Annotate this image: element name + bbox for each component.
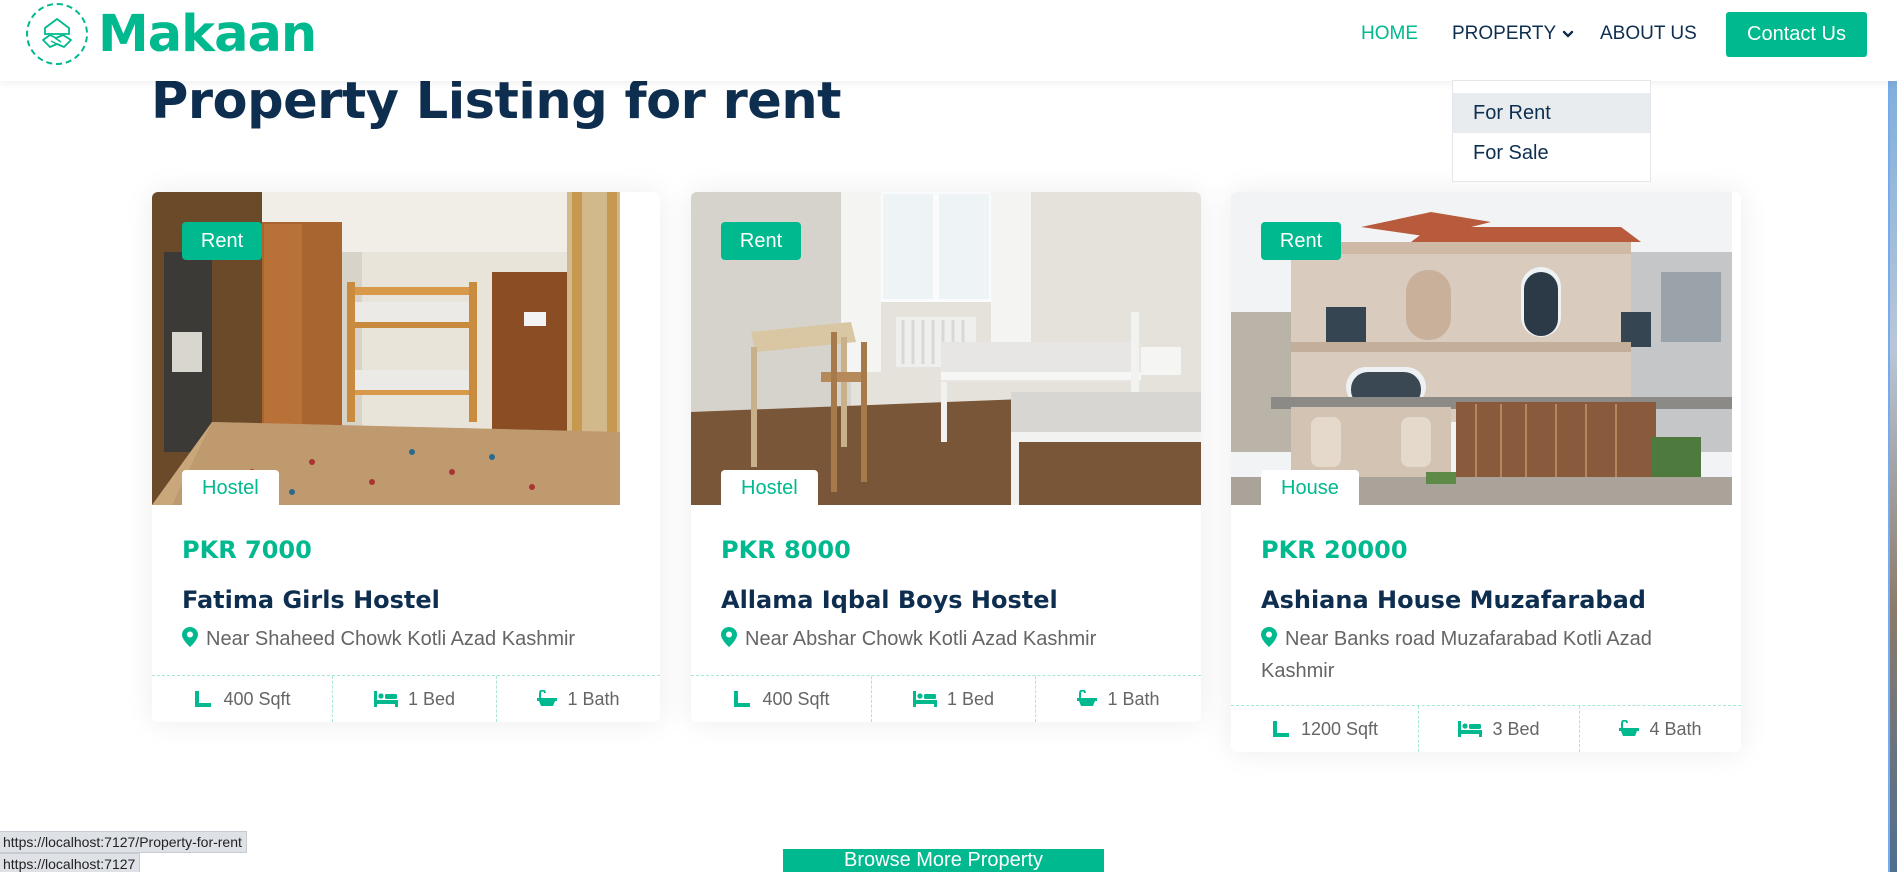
map-marker-icon (182, 626, 198, 656)
map-marker-icon (1261, 626, 1277, 656)
property-title[interactable]: Ashiana House Muzafarabad (1261, 586, 1646, 614)
feature-area-label: 400 Sqft (762, 688, 830, 709)
property-address-text: Near Abshar Chowk Kotli Azad Kashmir (745, 628, 1097, 650)
brand-name: Makaan (98, 4, 317, 64)
bath-icon (1077, 690, 1098, 706)
property-features: 400 Sqft 1 Bed 1 Bath (691, 675, 1201, 722)
nav-property-label: PROPERTY (1452, 23, 1557, 44)
ruler-combined-icon (734, 691, 751, 707)
dropdown-item-for-sale[interactable]: For Sale (1453, 133, 1650, 173)
property-address-text: Near Banks road Muzafarabad Kotli Azad K… (1261, 628, 1652, 682)
property-price: PKR 8000 (721, 536, 851, 564)
ruler-combined-icon (1272, 721, 1289, 737)
map-marker-icon (721, 626, 737, 656)
feature-beds-label: 3 Bed (1492, 718, 1540, 739)
feature-area: 400 Sqft (152, 676, 333, 722)
feature-area: 1200 Sqft (1231, 706, 1419, 752)
property-title[interactable]: Allama Iqbal Boys Hostel (721, 586, 1058, 614)
feature-beds-label: 1 Bed (946, 688, 995, 709)
bed-icon (912, 691, 937, 707)
feature-baths-label: 4 Bath (1649, 718, 1702, 739)
feature-baths: 1 Bath (497, 676, 660, 722)
property-card[interactable]: Rent Hostel PKR 8000 Allama Iqbal Boys H… (691, 192, 1201, 722)
bed-icon (373, 691, 398, 707)
feature-beds: 1 Bed (872, 676, 1036, 722)
feature-baths: 4 Bath (1580, 706, 1741, 752)
property-address: Near Banks road Muzafarabad Kotli Azad K… (1261, 624, 1717, 686)
type-badge: Hostel (182, 470, 279, 506)
feature-beds-label: 1 Bed (407, 688, 456, 709)
nav-property[interactable]: PROPERTY (1452, 22, 1574, 46)
chevron-down-icon (1562, 28, 1574, 40)
feature-area-label: 1200 Sqft (1300, 718, 1379, 739)
ruler-combined-icon (195, 691, 212, 707)
property-card[interactable]: Rent House PKR 20000 Ashiana House Muzaf… (1231, 192, 1741, 752)
type-badge: House (1261, 470, 1359, 506)
bed-icon (1458, 721, 1483, 737)
property-address: Near Abshar Chowk Kotli Azad Kashmir (721, 624, 1096, 656)
property-price: PKR 7000 (182, 536, 312, 564)
nav-about[interactable]: ABOUT US (1600, 22, 1697, 46)
contact-us-button[interactable]: Contact Us (1726, 12, 1867, 57)
property-title[interactable]: Fatima Girls Hostel (182, 586, 440, 614)
property-address: Near Shaheed Chowk Kotli Azad Kashmir (182, 624, 575, 656)
property-address-text: Near Shaheed Chowk Kotli Azad Kashmir (206, 628, 576, 650)
status-bar-link-preview: https://localhost:7127/Property-for-rent (0, 831, 247, 853)
property-features: 400 Sqft 1 Bed 1 Bath (152, 675, 660, 722)
status-badge: Rent (1261, 222, 1341, 260)
bath-icon (1619, 720, 1640, 736)
feature-baths-label: 1 Bath (1107, 688, 1160, 709)
status-badge: Rent (182, 222, 262, 260)
brand-logo[interactable]: Makaan (26, 2, 317, 66)
type-badge: Hostel (721, 470, 818, 506)
bath-icon (537, 690, 558, 706)
browse-more-property-button[interactable]: Browse More Property (783, 849, 1104, 872)
feature-beds: 1 Bed (333, 676, 497, 722)
adjacent-window-strip (1890, 0, 1897, 872)
feature-beds: 3 Bed (1419, 706, 1580, 752)
navbar: Makaan HOME PROPERTY ABOUT US Contact Us (0, 0, 1897, 81)
property-card[interactable]: Rent Hostel PKR 7000 Fatima Girls Hostel… (152, 192, 660, 722)
feature-baths-label: 1 Bath (567, 688, 620, 709)
property-dropdown-menu: For Rent For Sale (1452, 80, 1651, 182)
feature-area-label: 400 Sqft (223, 688, 291, 709)
feature-baths: 1 Bath (1036, 676, 1201, 722)
property-price: PKR 20000 (1261, 536, 1408, 564)
handshake-house-icon (26, 3, 88, 65)
dropdown-item-for-rent[interactable]: For Rent (1453, 93, 1650, 133)
status-badge: Rent (721, 222, 801, 260)
status-bar-origin: https://localhost:7127 (0, 853, 141, 872)
nav-home[interactable]: HOME (1361, 22, 1418, 46)
feature-area: 400 Sqft (691, 676, 872, 722)
property-features: 1200 Sqft 3 Bed 4 Bath (1231, 705, 1741, 752)
